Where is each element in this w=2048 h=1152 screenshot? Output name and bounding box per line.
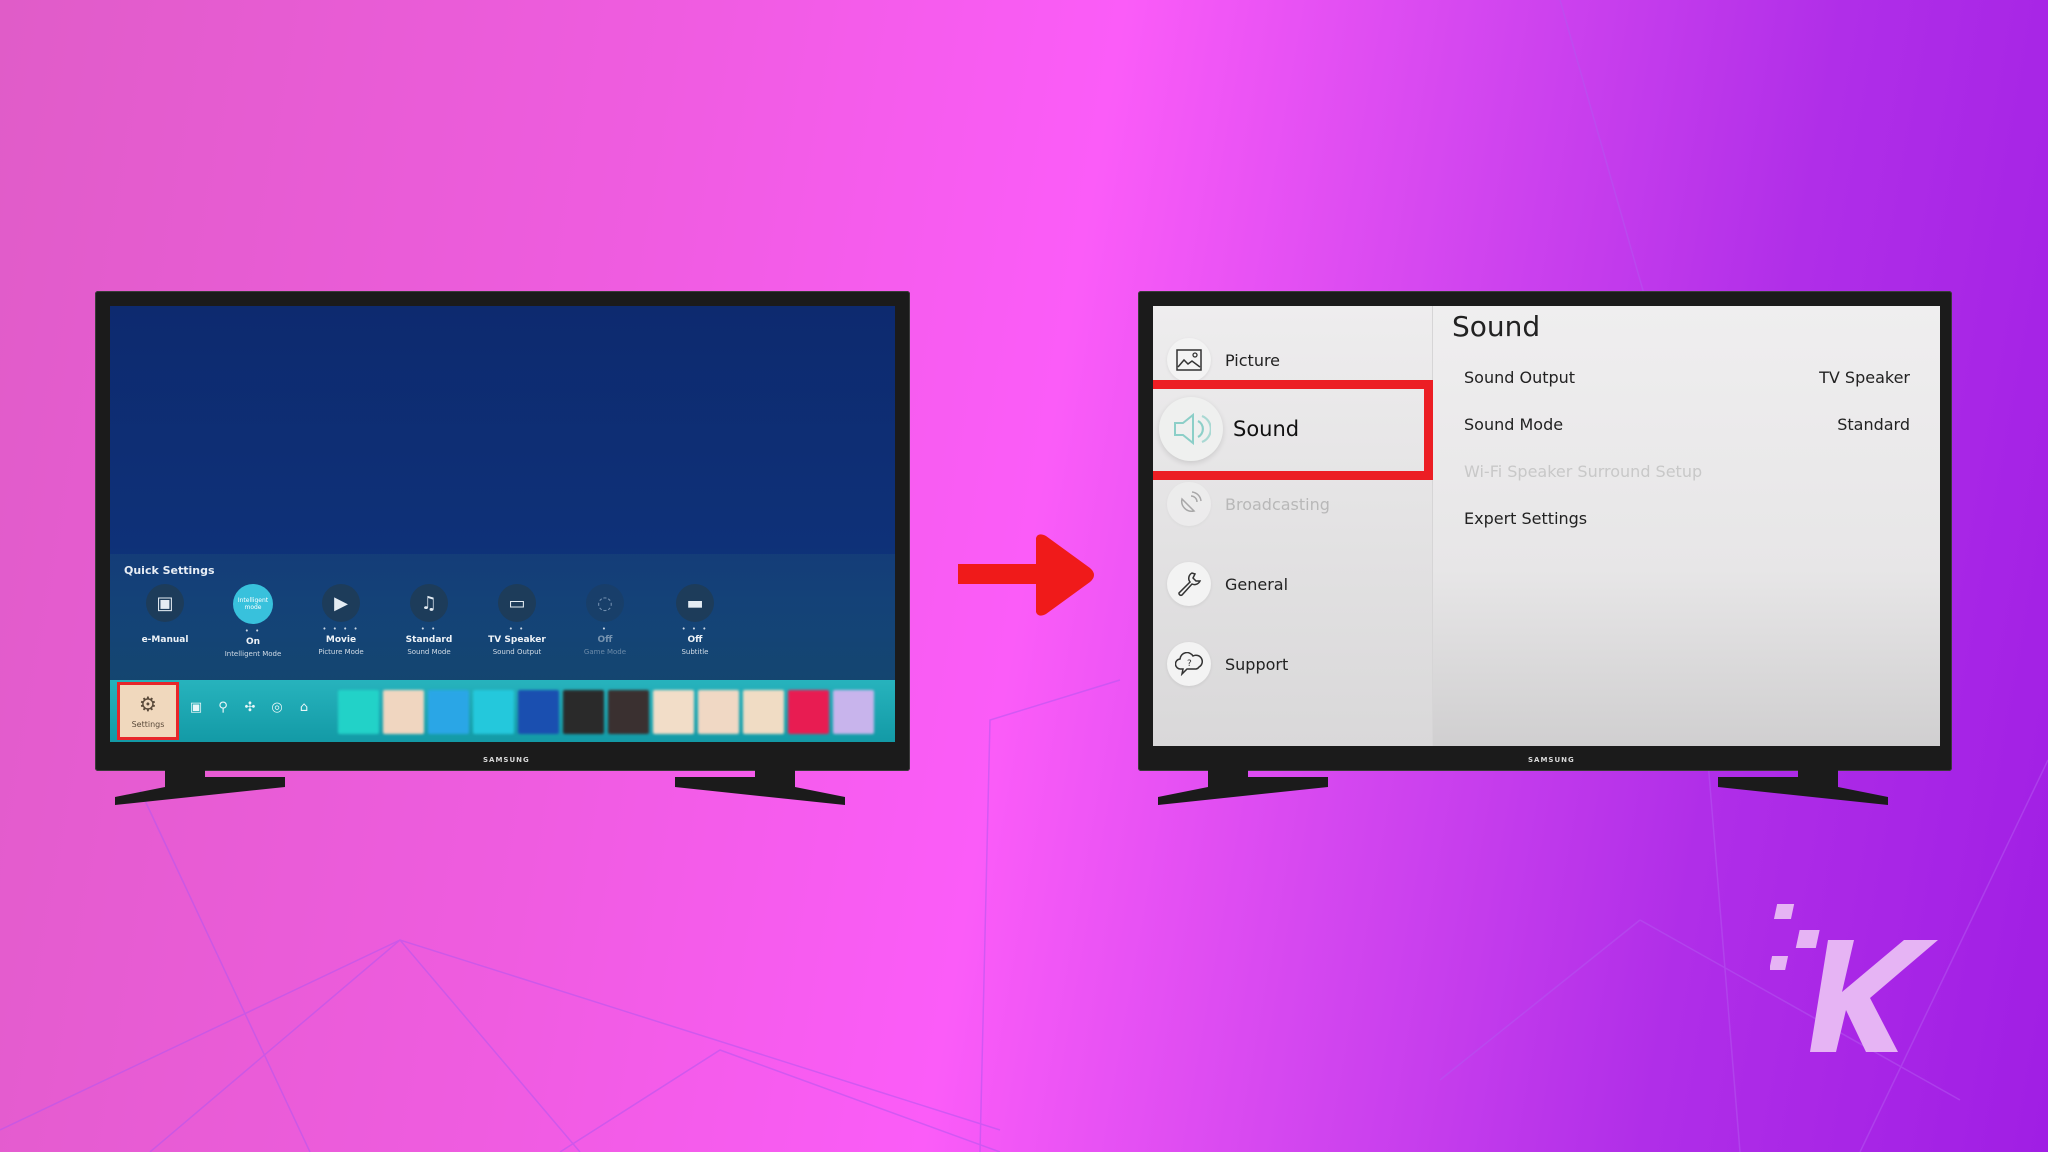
app-tile[interactable] bbox=[788, 690, 829, 734]
option-label: Sound Mode bbox=[1464, 414, 1564, 434]
option-label: Expert Settings bbox=[1464, 508, 1588, 528]
quick-setting-item[interactable]: ◌ • Off Game Mode bbox=[560, 584, 650, 656]
tv-stand bbox=[1158, 769, 1888, 805]
apps-icon[interactable]: ✣ bbox=[242, 700, 258, 715]
app-tile[interactable] bbox=[473, 690, 514, 734]
quick-setting-item[interactable]: ♫ • • Standard Sound Mode bbox=[384, 584, 474, 656]
brand-logo-k bbox=[1770, 904, 1938, 1052]
option-dots bbox=[120, 625, 210, 635]
quick-setting-label: Game Mode bbox=[583, 648, 627, 656]
app-tile[interactable] bbox=[608, 690, 649, 734]
menu-item-general[interactable]: General bbox=[1167, 554, 1288, 614]
quick-setting-label: Picture Mode bbox=[318, 648, 364, 656]
option-value: TV Speaker bbox=[1819, 367, 1910, 387]
menu-item-broadcasting: Broadcasting bbox=[1167, 474, 1330, 534]
broadcasting-icon bbox=[1167, 482, 1211, 526]
app-tile[interactable] bbox=[383, 690, 424, 734]
option-dots: • bbox=[601, 625, 609, 633]
app-tile[interactable] bbox=[338, 690, 379, 734]
quick-setting-label: Sound Output bbox=[492, 648, 542, 656]
game-mode-icon: ◌ bbox=[586, 584, 624, 622]
quick-setting-item[interactable]: ▣ e-Manual bbox=[120, 584, 210, 648]
sound-mode-icon: ♫ bbox=[410, 584, 448, 622]
quick-setting-label: Sound Mode bbox=[407, 648, 451, 656]
app-tile[interactable] bbox=[653, 690, 694, 734]
tv-speaker-icon: ▭ bbox=[498, 584, 536, 622]
settings-button[interactable]: ⚙ Settings bbox=[117, 682, 179, 740]
tv-stand bbox=[115, 769, 845, 805]
option-dots: • • bbox=[420, 625, 438, 633]
menu-item-sound[interactable]: Sound bbox=[1159, 396, 1299, 462]
menu-item-picture[interactable]: Picture bbox=[1167, 330, 1280, 390]
settings-menu: Picture Sound Broadcasting General ? Sup… bbox=[1153, 306, 1433, 746]
quick-settings-title: Quick Settings bbox=[124, 564, 215, 577]
gear-icon: ⚙ bbox=[139, 691, 157, 716]
home-icon[interactable]: ⌂ bbox=[296, 700, 312, 715]
option-value: Standard bbox=[1837, 414, 1910, 434]
quick-setting-item[interactable]: Intelligent mode • • On Intelligent Mode bbox=[208, 584, 298, 658]
quick-setting-value: On bbox=[245, 637, 261, 647]
quick-setting-value: TV Speaker bbox=[488, 635, 546, 645]
intelligent-mode-icon: Intelligent mode bbox=[233, 584, 273, 624]
arrow-right-icon bbox=[958, 534, 1094, 616]
option-dots: • • • bbox=[681, 625, 709, 633]
option-dots: • • bbox=[244, 627, 262, 635]
quick-setting-label: Intelligent Mode bbox=[224, 650, 282, 658]
menu-label: Broadcasting bbox=[1225, 494, 1330, 514]
quick-settings-panel: Quick Settings ▣ e-Manual Intelligent mode… bbox=[110, 554, 895, 689]
ambient-icon[interactable]: ◎ bbox=[269, 700, 285, 715]
tv-screen-settings: Picture Sound Broadcasting General ? Sup… bbox=[1153, 306, 1940, 746]
quick-setting-item[interactable]: ▶ • • • • Movie Picture Mode bbox=[296, 584, 386, 656]
menu-item-support[interactable]: ? Support bbox=[1167, 634, 1288, 694]
app-tiles bbox=[338, 690, 874, 734]
quick-setting-value: Standard bbox=[405, 635, 453, 645]
smart-bar-icons: ▣ ⚲ ✣ ◎ ⌂ bbox=[188, 700, 312, 715]
option-label: Sound Output bbox=[1464, 367, 1576, 387]
menu-label: General bbox=[1225, 574, 1289, 594]
menu-label: Support bbox=[1225, 654, 1289, 674]
quick-setting-label: Subtitle bbox=[681, 648, 709, 656]
sound-panel: Sound Sound Output TV Speaker Sound Mode… bbox=[1434, 306, 1940, 746]
panel-title: Sound bbox=[1452, 310, 1541, 343]
option-sound-mode[interactable]: Sound Mode Standard bbox=[1464, 409, 1910, 439]
menu-label: Picture bbox=[1225, 350, 1281, 370]
source-icon[interactable]: ▣ bbox=[188, 700, 204, 715]
brand-logo: SAMSUNG bbox=[1528, 756, 1575, 764]
menu-label: Sound bbox=[1233, 417, 1300, 441]
app-tile[interactable] bbox=[698, 690, 739, 734]
smart-hub-bar: ⚙ Settings ▣ ⚲ ✣ ◎ ⌂ bbox=[110, 680, 895, 742]
app-tile[interactable] bbox=[428, 690, 469, 734]
speaker-icon bbox=[1159, 397, 1223, 461]
option-sound-output[interactable]: Sound Output TV Speaker bbox=[1464, 362, 1910, 392]
quick-setting-value: Movie bbox=[325, 635, 357, 645]
quick-setting-item[interactable]: ▭ • • TV Speaker Sound Output bbox=[472, 584, 562, 656]
quick-setting-value: e-Manual bbox=[141, 635, 189, 645]
app-tile[interactable] bbox=[743, 690, 784, 734]
settings-label: Settings bbox=[131, 719, 165, 729]
play-icon: ▶ bbox=[322, 584, 360, 622]
quick-setting-item[interactable]: ▬ • • • Off Subtitle bbox=[650, 584, 740, 656]
brand-logo: SAMSUNG bbox=[483, 756, 530, 764]
app-tile[interactable] bbox=[518, 690, 559, 734]
subtitle-icon: ▬ bbox=[676, 584, 714, 622]
support-icon: ? bbox=[1167, 642, 1211, 686]
quick-setting-value: Off bbox=[597, 635, 613, 645]
option-label: Wi-Fi Speaker Surround Setup bbox=[1464, 461, 1703, 481]
option-expert-settings[interactable]: Expert Settings bbox=[1464, 503, 1910, 533]
wrench-icon bbox=[1167, 562, 1211, 606]
e-manual-icon: ▣ bbox=[146, 584, 184, 622]
app-tile[interactable] bbox=[833, 690, 874, 734]
option-wifi-speaker-surround: Wi-Fi Speaker Surround Setup bbox=[1464, 456, 1910, 486]
svg-text:?: ? bbox=[1187, 659, 1192, 669]
picture-icon bbox=[1167, 338, 1211, 382]
tv-screen-home: Quick Settings ▣ e-Manual Intelligent mode… bbox=[110, 306, 895, 742]
app-tile[interactable] bbox=[563, 690, 604, 734]
option-dots: • • bbox=[508, 625, 526, 633]
option-dots: • • • • bbox=[322, 625, 360, 633]
quick-setting-value: Off bbox=[687, 635, 703, 645]
search-icon[interactable]: ⚲ bbox=[215, 700, 231, 715]
